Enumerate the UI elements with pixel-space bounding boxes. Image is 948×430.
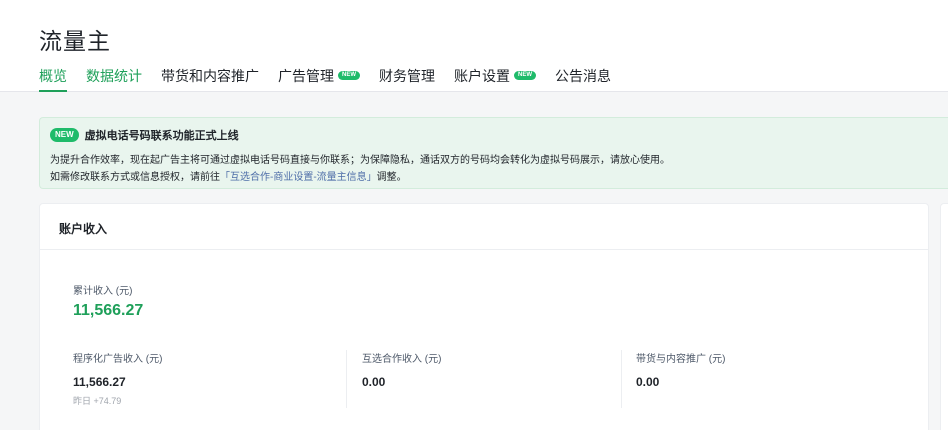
tab-bar: 概览 数据统计 带货和内容推广 广告管理 NEW 财务管理 账户设置 NEW 公告消… — [39, 66, 630, 92]
settings-link[interactable]: 「互选合作-商业设置-流量主信息」 — [220, 172, 377, 183]
new-badge: NEW — [50, 128, 79, 142]
tab-account-settings[interactable]: 账户设置 NEW — [454, 66, 536, 92]
metric-label: 带货与内容推广 (元) — [636, 354, 726, 365]
tab-label: 广告管理 — [278, 68, 334, 84]
total-income-label: 累计收入 (元) — [73, 286, 133, 297]
tab-label: 公告消息 — [555, 68, 611, 84]
account-income-card: 账户收入 累计收入 (元) 11,566.27 程序化广告收入 (元) 11,5… — [39, 203, 929, 430]
tab-data-statistics[interactable]: 数据统计 — [86, 66, 142, 92]
tab-label: 概览 — [39, 68, 67, 84]
metric-yesterday-change: 昨日 +74.79 — [73, 396, 122, 406]
adjacent-card-edge — [940, 203, 948, 430]
header: 流量主 概览 数据统计 带货和内容推广 广告管理 NEW 财务管理 账户设置 NEW… — [0, 0, 948, 92]
tab-label: 财务管理 — [379, 68, 435, 84]
metric-programmatic-ad-income: 程序化广告收入 (元) 11,566.27 昨日 +74.79 — [73, 350, 347, 408]
tab-label: 数据统计 — [86, 68, 142, 84]
metric-label: 互选合作收入 (元) — [362, 354, 442, 365]
metric-mutual-cooperation-income: 互选合作收入 (元) 0.00 — [348, 350, 622, 408]
card-title: 账户收入 — [59, 222, 108, 236]
metric-value: 0.00 — [636, 375, 660, 389]
tab-label: 账户设置 — [454, 68, 510, 84]
notice-text-prefix: 如需修改联系方式或信息授权，请前往 — [50, 172, 220, 183]
new-badge: NEW — [338, 71, 360, 80]
tab-announcements[interactable]: 公告消息 — [555, 66, 611, 92]
notice-title-row: NEW 虚拟电话号码联系功能正式上线 — [50, 127, 239, 143]
metric-label: 程序化广告收入 (元) — [73, 354, 163, 365]
tab-overview[interactable]: 概览 — [39, 66, 67, 92]
metric-value: 11,566.27 — [73, 375, 126, 389]
tab-goods-content-promotion[interactable]: 带货和内容推广 — [161, 66, 259, 92]
total-income-value: 11,566.27 — [73, 302, 144, 319]
notice-text: 如需修改联系方式或信息授权，请前往「互选合作-商业设置-流量主信息」调整。 — [50, 168, 407, 183]
announcement-banner: NEW 虚拟电话号码联系功能正式上线 为提升合作效率，现在起广告主将可通过虚拟电… — [39, 117, 948, 189]
metric-goods-content-promotion-income: 带货与内容推广 (元) 0.00 — [623, 350, 897, 408]
tab-finance-management[interactable]: 财务管理 — [379, 66, 435, 92]
metric-value: 0.00 — [362, 375, 386, 389]
page-title: 流量主 — [39, 28, 111, 54]
tab-ad-management[interactable]: 广告管理 NEW — [278, 66, 360, 92]
new-badge: NEW — [514, 71, 536, 80]
notice-text-suffix: 调整。 — [376, 172, 407, 183]
tab-label: 带货和内容推广 — [161, 68, 259, 84]
notice-text: 为提升合作效率，现在起广告主将可通过虚拟电话号码直接与你联系；为保障隐私，通话双… — [50, 155, 670, 166]
card-header: 账户收入 — [40, 204, 928, 250]
notice-title: 虚拟电话号码联系功能正式上线 — [84, 130, 239, 142]
